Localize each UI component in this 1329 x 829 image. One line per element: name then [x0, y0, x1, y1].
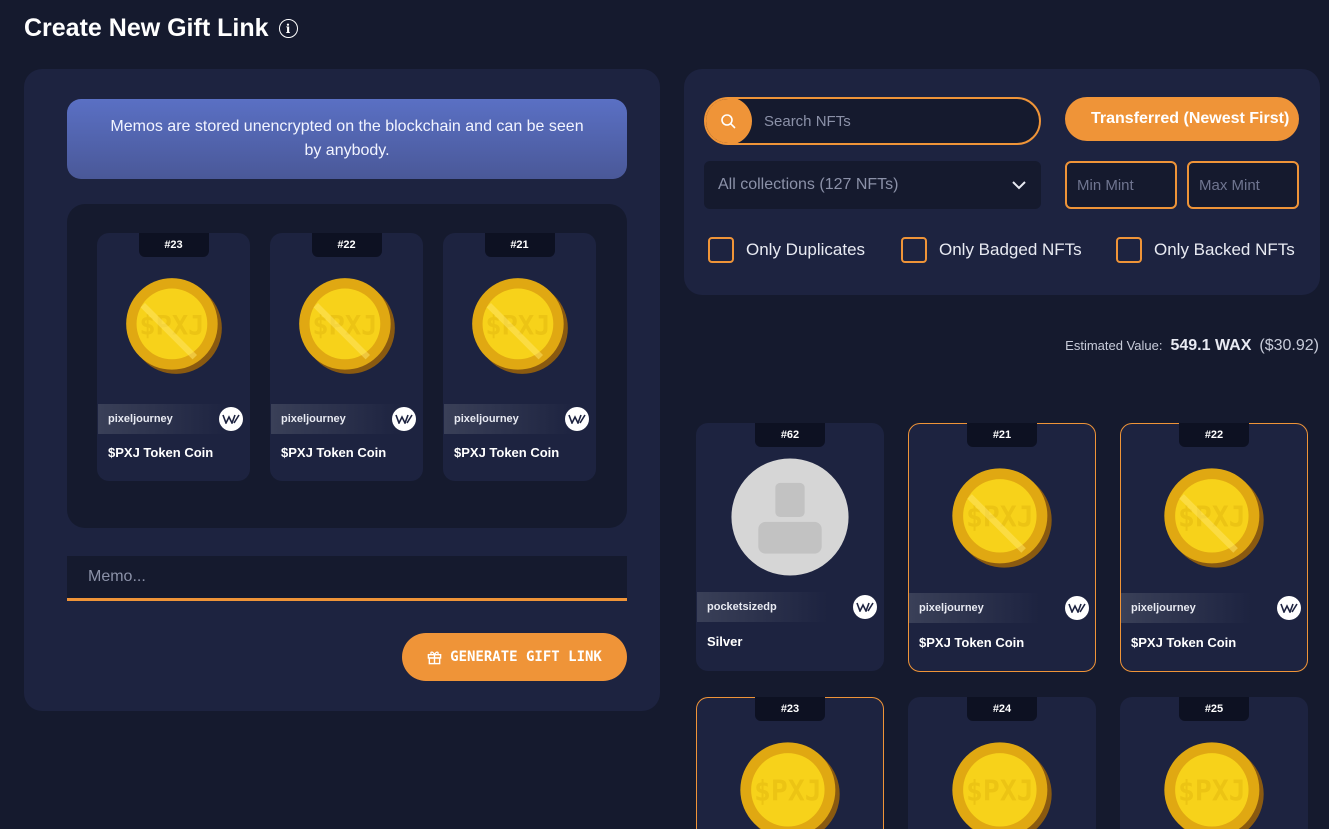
info-icon[interactable]: i: [278, 19, 298, 38]
gold-coin-icon: $PXJ: [740, 742, 840, 829]
max-mint-input[interactable]: [1187, 161, 1299, 209]
collection-name: pixeljourney: [1121, 593, 1251, 623]
collection-name: pixeljourney: [444, 404, 574, 434]
wax-icon: [1277, 596, 1301, 620]
generate-gift-link-label: GENERATE GIFT LINK: [450, 649, 602, 665]
nft-name: Silver: [707, 634, 743, 649]
collection-bar: pixeljourney: [1121, 593, 1307, 623]
selected-nft-card[interactable]: #23 $PXJ pixeljourney $PXJ Token Coin: [97, 233, 250, 481]
gold-coin-icon: $PXJ: [471, 278, 568, 374]
inventory-nft-card[interactable]: #25 $PXJ: [1120, 697, 1308, 829]
memo-notice-text: Memos are stored unencrypted on the bloc…: [110, 118, 584, 159]
svg-text:$PXJ: $PXJ: [754, 775, 822, 808]
mint-number-badge: #25: [1179, 697, 1249, 721]
gold-coin-icon: $PXJ: [952, 742, 1052, 829]
memo-notice: Memos are stored unencrypted on the bloc…: [67, 99, 627, 179]
mint-number-badge: #22: [1179, 423, 1249, 447]
chevron-down-icon: [1012, 181, 1026, 190]
nft-name: $PXJ Token Coin: [454, 445, 560, 460]
collection-bar: pocketsizedp: [697, 592, 883, 622]
estimated-value: Estimated Value: 549.1 WAX ($30.92): [1065, 337, 1319, 355]
collection-name: pixeljourney: [98, 404, 228, 434]
wax-icon: [565, 407, 589, 431]
mint-number-badge: #24: [967, 697, 1037, 721]
memo-input[interactable]: [67, 556, 627, 601]
inventory-nft-card[interactable]: #22 $PXJ pixeljourney $PXJ Token Coin: [1120, 423, 1308, 672]
checkbox-box[interactable]: [708, 237, 734, 263]
nft-name: $PXJ Token Coin: [919, 635, 1025, 650]
placeholder-avatar-icon: [731, 458, 849, 576]
gold-coin-icon: $PXJ: [952, 468, 1052, 568]
search-input[interactable]: [752, 112, 1039, 130]
gold-coin-icon: $PXJ: [298, 278, 395, 374]
mint-number-badge: #62: [755, 423, 825, 447]
checkbox-label: Only Duplicates: [746, 240, 866, 259]
gift-icon: [427, 651, 442, 664]
page-title-text: Create New Gift Link: [24, 14, 269, 42]
page-title: Create New Gift Link i: [24, 14, 298, 43]
estimated-value-label: Estimated Value:: [1065, 338, 1163, 353]
mint-number-badge: #21: [967, 423, 1037, 447]
nft-name: $PXJ Token Coin: [1131, 635, 1237, 650]
svg-text:$PXJ: $PXJ: [1178, 775, 1246, 808]
min-mint-input[interactable]: [1065, 161, 1177, 209]
checkbox-box[interactable]: [1116, 237, 1142, 263]
sort-dropdown-button[interactable]: Transferred (Newest First): [1065, 97, 1299, 141]
mint-number-badge: #23: [755, 697, 825, 721]
checkbox-label: Only Backed NFTs: [1154, 240, 1295, 259]
search-box[interactable]: [704, 97, 1041, 145]
collection-bar: pixeljourney: [909, 593, 1095, 623]
svg-text:$PXJ: $PXJ: [966, 775, 1034, 808]
mint-number-badge: #22: [311, 233, 382, 257]
search-icon[interactable]: [706, 99, 752, 143]
gift-link-panel: Memos are stored unencrypted on the bloc…: [24, 69, 660, 711]
wax-icon: [219, 407, 243, 431]
gold-coin-icon: $PXJ: [1164, 468, 1264, 568]
collection-name: pocketsizedp: [697, 592, 827, 622]
checkbox-box[interactable]: [901, 237, 927, 263]
collection-bar: pixeljourney: [444, 404, 595, 434]
inventory-nft-card[interactable]: #62 pocketsizedp Silver: [696, 423, 884, 671]
wax-icon: [392, 407, 416, 431]
collection-select[interactable]: All collections (127 NFTs): [704, 161, 1041, 209]
estimated-value-usd: ($30.92): [1259, 337, 1319, 354]
collection-bar: pixeljourney: [98, 404, 249, 434]
filter-panel: Transferred (Newest First) All collectio…: [684, 69, 1320, 295]
inventory-nft-card[interactable]: #21 $PXJ pixeljourney $PXJ Token Coin: [908, 423, 1096, 672]
gold-coin-icon: $PXJ: [125, 278, 222, 374]
mint-number-badge: #23: [138, 233, 209, 257]
inventory-nft-card[interactable]: #23 $PXJ: [696, 697, 884, 829]
selected-nft-card[interactable]: #22 $PXJ pixeljourney $PXJ Token Coin: [270, 233, 423, 481]
nft-name: $PXJ Token Coin: [108, 445, 214, 460]
only-backed-checkbox[interactable]: Only Backed NFTs: [1116, 237, 1295, 263]
checkbox-label: Only Badged NFTs: [939, 240, 1082, 259]
collection-select-value: All collections (127 NFTs): [718, 176, 899, 193]
selected-nfts-tray: #23 $PXJ pixeljourney $PXJ Token Coin #2…: [67, 204, 627, 528]
only-badged-checkbox[interactable]: Only Badged NFTs: [901, 237, 1082, 263]
gold-coin-icon: $PXJ: [1164, 742, 1264, 829]
nft-name: $PXJ Token Coin: [281, 445, 387, 460]
mint-number-badge: #21: [484, 233, 555, 257]
estimated-value-wax: 549.1 WAX: [1170, 337, 1252, 354]
collection-bar: pixeljourney: [271, 404, 422, 434]
only-duplicates-checkbox[interactable]: Only Duplicates: [708, 237, 865, 263]
wax-icon: [853, 595, 877, 619]
collection-name: pixeljourney: [909, 593, 1039, 623]
generate-gift-link-button[interactable]: GENERATE GIFT LINK: [402, 633, 627, 681]
inventory-nft-card[interactable]: #24 $PXJ: [908, 697, 1096, 829]
collection-name: pixeljourney: [271, 404, 401, 434]
wax-icon: [1065, 596, 1089, 620]
selected-nft-card[interactable]: #21 $PXJ pixeljourney $PXJ Token Coin: [443, 233, 596, 481]
